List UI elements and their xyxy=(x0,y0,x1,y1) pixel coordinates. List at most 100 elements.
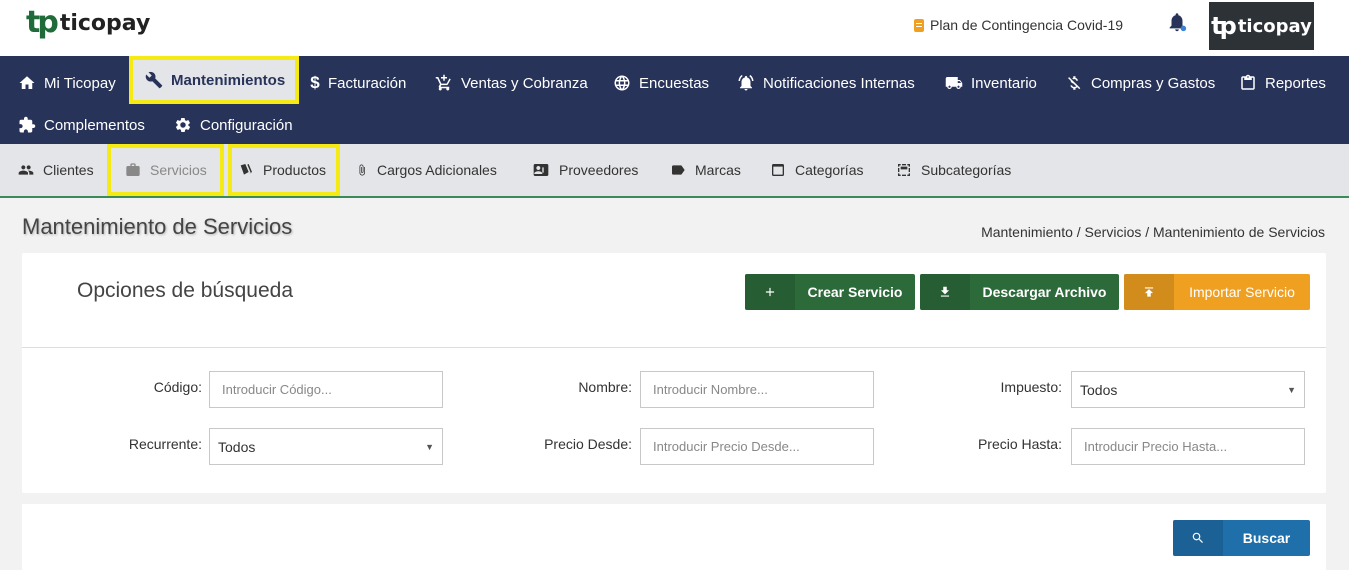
subnav-label: Productos xyxy=(263,162,327,178)
subnav-productos[interactable]: Productos xyxy=(228,144,340,196)
nav-compras-gastos[interactable]: Compras y Gastos xyxy=(1065,62,1215,104)
notifications-bell-icon[interactable] xyxy=(1166,10,1188,34)
download-file-label: Descargar Archivo xyxy=(982,284,1107,300)
search-options-title: Opciones de búsqueda xyxy=(77,279,293,302)
wrench-icon xyxy=(145,71,163,89)
company-logo[interactable]: tp ticopay xyxy=(1209,2,1314,50)
codigo-label: Código: xyxy=(153,379,202,395)
subnav-clientes[interactable]: Clientes xyxy=(18,144,94,196)
paperclip-icon xyxy=(356,162,368,178)
search-panel: Opciones de búsqueda Crear Servicio Desc… xyxy=(22,253,1326,493)
codigo-input[interactable]: Introducir Código... xyxy=(209,371,443,408)
chevron-down-icon: ▼ xyxy=(425,441,434,452)
precio-desde-input[interactable]: Introducir Precio Desde... xyxy=(640,428,874,465)
contingency-label: Plan de Contingencia Covid-19 xyxy=(930,17,1124,33)
plus-icon xyxy=(745,274,795,310)
nav-notificaciones-internas[interactable]: Notificaciones Internas xyxy=(737,62,915,104)
clipboard-icon xyxy=(1239,74,1257,92)
subnav-label: Categorías xyxy=(795,162,864,178)
nav-label: Notificaciones Internas xyxy=(763,74,915,92)
create-service-button[interactable]: Crear Servicio xyxy=(745,274,915,310)
search-button-label: Buscar xyxy=(1242,530,1291,546)
puzzle-icon xyxy=(18,116,36,134)
search-actions-panel: Buscar xyxy=(22,504,1326,570)
impuesto-value: Todos xyxy=(1080,381,1118,398)
alarm-icon xyxy=(737,74,755,92)
import-service-button[interactable]: Importar Servicio xyxy=(1124,274,1310,310)
contact-card-icon xyxy=(532,162,550,178)
main-navigation: Mi Ticopay Mantenimientos $ Facturación … xyxy=(0,56,1349,144)
subnav-label: Clientes xyxy=(43,162,94,178)
briefcase-icon xyxy=(125,162,141,178)
subnav-marcas[interactable]: Marcas xyxy=(670,144,741,196)
nav-label: Reportes xyxy=(1265,74,1326,92)
nav-mantenimientos[interactable]: Mantenimientos xyxy=(129,56,299,104)
impuesto-select[interactable]: Todos ▼ xyxy=(1071,371,1305,408)
precio-hasta-input[interactable]: Introducir Precio Hasta... xyxy=(1071,428,1305,465)
nav-label: Compras y Gastos xyxy=(1091,74,1216,92)
chevron-down-icon: ▼ xyxy=(1287,384,1296,395)
nav-label: Ventas y Cobranza xyxy=(461,74,588,92)
nav-label: Inventario xyxy=(971,74,1037,92)
subnav-categorias[interactable]: Categorías xyxy=(770,144,863,196)
nav-label: Complementos xyxy=(44,116,145,134)
nav-ventas-cobranza[interactable]: Ventas y Cobranza xyxy=(435,62,588,104)
download-file-button[interactable]: Descargar Archivo xyxy=(920,274,1119,310)
subnav-proveedores[interactable]: Proveedores xyxy=(532,144,638,196)
nombre-input[interactable]: Introducir Nombre... xyxy=(640,371,874,408)
sub-navigation: Clientes Servicios Productos Cargos Adic… xyxy=(0,144,1349,198)
subnav-cargos-adicionales[interactable]: Cargos Adicionales xyxy=(356,144,497,196)
subnav-label: Marcas xyxy=(695,162,741,178)
top-header: tp ticopay Plan de Contingencia Covid-19… xyxy=(0,0,1349,56)
logo-text: ticopay xyxy=(59,10,151,36)
nav-label: Facturación xyxy=(328,74,407,92)
nav-facturacion[interactable]: $ Facturación xyxy=(310,62,406,104)
nav-label: Mantenimientos xyxy=(171,71,286,89)
subnav-label: Proveedores xyxy=(559,162,639,178)
panel-divider xyxy=(22,347,1326,348)
impuesto-label: Impuesto: xyxy=(1000,379,1062,395)
clipboard-icon xyxy=(914,18,924,32)
nav-encuestas[interactable]: Encuestas xyxy=(613,62,709,104)
logo-mark: tp xyxy=(26,5,59,40)
company-logo-text: ticopay xyxy=(1237,15,1312,37)
window-icon xyxy=(770,162,786,178)
nav-mi-ticopay[interactable]: Mi Ticopay xyxy=(18,62,116,104)
contingency-plan-link[interactable]: Plan de Contingencia Covid-19 xyxy=(914,17,1123,33)
home-icon xyxy=(18,74,36,92)
dollar-icon: $ xyxy=(310,73,320,92)
precio-desde-label: Precio Desde: xyxy=(544,436,632,452)
cart-icon xyxy=(435,74,453,92)
nav-complementos[interactable]: Complementos xyxy=(18,104,145,146)
subnav-label: Subcategorías xyxy=(921,162,1012,178)
nav-inventario[interactable]: Inventario xyxy=(945,62,1037,104)
recurrente-select[interactable]: Todos ▼ xyxy=(209,428,443,465)
money-off-icon xyxy=(1065,74,1083,92)
nav-label: Configuración xyxy=(200,116,293,134)
dashed-window-icon xyxy=(896,162,912,178)
people-icon xyxy=(18,162,34,178)
subnav-subcategorias[interactable]: Subcategorías xyxy=(896,144,1011,196)
nav-reportes[interactable]: Reportes xyxy=(1239,62,1326,104)
label-icon xyxy=(670,162,686,178)
subnav-label: Cargos Adicionales xyxy=(377,162,497,178)
nombre-label: Nombre: xyxy=(578,379,632,395)
nav-configuracion[interactable]: Configuración xyxy=(174,104,293,146)
globe-icon xyxy=(613,74,631,92)
recurrente-value: Todos xyxy=(218,438,256,455)
upload-icon xyxy=(1124,274,1174,310)
gear-icon xyxy=(174,116,192,134)
breadcrumb: Mantenimiento / Servicios / Mantenimient… xyxy=(981,224,1325,240)
nav-label: Encuestas xyxy=(639,74,710,92)
ticopay-logo[interactable]: tp ticopay xyxy=(26,8,150,38)
recurrente-label: Recurrente: xyxy=(128,436,202,452)
import-service-label: Importar Servicio xyxy=(1189,284,1295,300)
tags-icon xyxy=(238,162,254,178)
precio-hasta-label: Precio Hasta: xyxy=(977,436,1062,452)
truck-icon xyxy=(945,74,963,92)
create-service-label: Crear Servicio xyxy=(807,284,903,300)
search-icon xyxy=(1173,520,1223,556)
nav-label: Mi Ticopay xyxy=(44,74,116,92)
subnav-servicios[interactable]: Servicios xyxy=(107,144,224,196)
search-button[interactable]: Buscar xyxy=(1173,520,1310,556)
